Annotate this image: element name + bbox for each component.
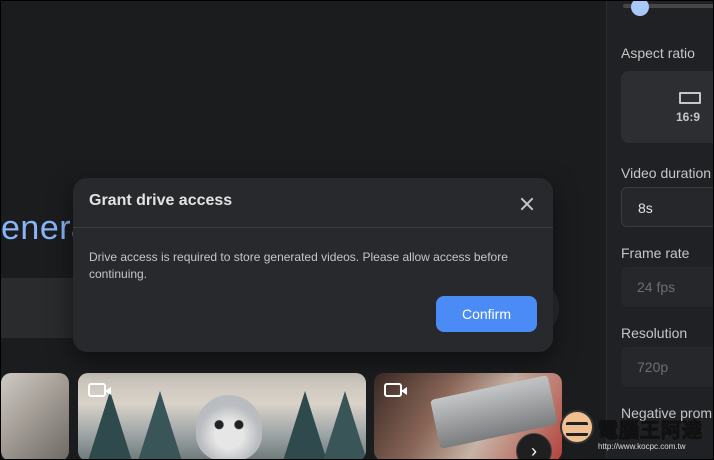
duration-label: Video duration xyxy=(621,165,712,181)
gallery-thumbnail[interactable] xyxy=(1,373,69,460)
watermark-text: 電腦王阿達 xyxy=(598,420,703,443)
watermark-url: http://www.kocpc.com.tw xyxy=(598,442,686,451)
aspect-ratio-label: Aspect ratio xyxy=(621,45,695,61)
video-icon xyxy=(384,383,407,397)
resolution-label: Resolution xyxy=(621,325,688,341)
frame-rate-label: Frame rate xyxy=(621,245,690,261)
dialog-title: Grant drive access xyxy=(89,192,233,209)
aspect-ratio-option[interactable]: 16:9 xyxy=(621,71,713,143)
chevron-right-icon: › xyxy=(531,440,537,460)
resolution-select[interactable]: 720p xyxy=(621,347,713,387)
confirm-button[interactable]: Confirm xyxy=(436,296,537,332)
duration-select[interactable]: 8s xyxy=(621,187,713,227)
tree-graphic xyxy=(88,391,132,460)
gallery-thumbnail[interactable] xyxy=(78,373,366,460)
slider-track[interactable] xyxy=(623,1,713,16)
video-icon xyxy=(88,383,111,397)
slider-handle[interactable] xyxy=(631,1,649,16)
tree-graphic xyxy=(138,391,182,460)
settings-panel: Aspect ratio 16:9 Video duration 8s Fram… xyxy=(606,1,713,459)
dialog-divider xyxy=(73,227,553,228)
aspect-ratio-icon xyxy=(679,92,701,104)
grant-drive-access-dialog: Grant drive access Drive access is requi… xyxy=(73,178,553,352)
watermark-logo: 電腦王阿達 http://www.kocpc.com.tw xyxy=(560,408,710,458)
tree-graphic xyxy=(283,391,327,460)
aspect-ratio-value: 16:9 xyxy=(676,110,701,124)
mascot-icon xyxy=(560,410,594,444)
dialog-message: Drive access is required to store genera… xyxy=(89,250,508,281)
close-icon[interactable] xyxy=(515,192,539,216)
snow-leopard-image xyxy=(196,395,262,460)
frame-rate-select[interactable]: 24 fps xyxy=(621,267,713,307)
tree-graphic xyxy=(323,391,366,460)
